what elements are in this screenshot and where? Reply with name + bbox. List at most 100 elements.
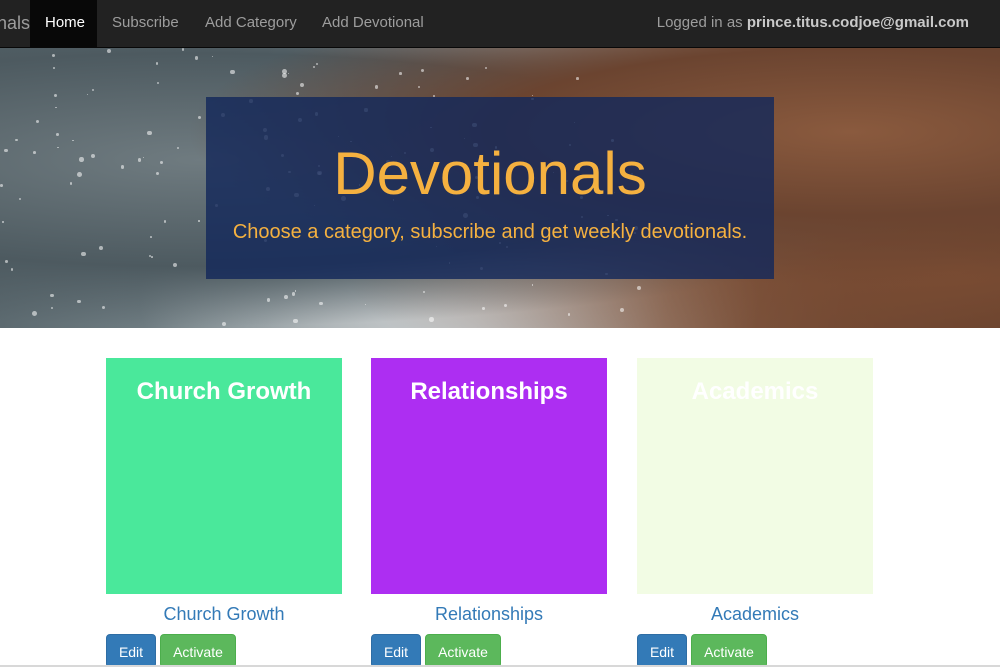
spray-droplet [300, 83, 305, 88]
nav-home[interactable]: Home [30, 0, 97, 48]
activate-button[interactable]: Activate [160, 634, 236, 667]
login-user-email: prince.titus.codjoe@gmail.com [746, 14, 969, 31]
spray-droplet [15, 138, 18, 142]
spray-droplet [121, 165, 125, 169]
category-link[interactable]: Academics [637, 604, 873, 624]
spray-droplet [173, 262, 178, 268]
spray-droplet [18, 198, 21, 201]
spray-droplet [294, 290, 297, 292]
spray-droplet [106, 48, 112, 54]
spray-droplet [417, 86, 420, 88]
category-thumbnail[interactable]: Relationships [371, 358, 607, 594]
spray-droplet [36, 119, 40, 123]
spray-droplet [50, 307, 53, 310]
spray-droplet [90, 153, 96, 159]
spray-droplet [142, 157, 144, 159]
spray-droplet [194, 56, 198, 60]
spray-droplet [69, 181, 73, 185]
spray-droplet [230, 69, 235, 75]
spray-droplet [292, 292, 296, 296]
spray-droplet [33, 151, 36, 155]
spray-droplet [399, 72, 402, 75]
category-thumbnail-title: Academics [691, 378, 819, 405]
spray-droplet [157, 82, 160, 85]
spray-droplet [484, 66, 488, 70]
spray-droplet [211, 55, 213, 57]
nav-subscribe[interactable]: Subscribe [97, 0, 194, 48]
category-card-relationships: Relationships Relationships Edit Activat… [371, 358, 607, 667]
spray-droplet [32, 310, 37, 316]
spray-droplet [72, 139, 74, 142]
spray-droplet [155, 62, 159, 65]
edit-button[interactable]: Edit [637, 634, 687, 667]
spray-droplet [316, 62, 319, 65]
spray-droplet [50, 294, 54, 298]
spray-droplet [160, 160, 164, 164]
spray-droplet [98, 245, 103, 250]
spray-droplet [163, 220, 167, 223]
spray-droplet [156, 172, 160, 176]
edit-button[interactable]: Edit [371, 634, 421, 667]
spray-droplet [181, 48, 185, 51]
activate-button[interactable]: Activate [691, 634, 767, 667]
spray-droplet [55, 106, 57, 109]
category-thumbnail[interactable]: Academics [637, 358, 873, 594]
spray-droplet [92, 89, 95, 92]
spray-droplet [197, 115, 201, 120]
hero-subtitle: Choose a category, subscribe and get wee… [232, 221, 748, 243]
nav-add-category[interactable]: Add Category [190, 0, 312, 48]
spray-droplet [151, 256, 153, 258]
category-thumbnail-title: Church Growth [136, 378, 312, 405]
spray-droplet [284, 295, 289, 299]
spray-droplet [0, 184, 3, 188]
spray-droplet [288, 73, 290, 75]
spray-droplet [101, 305, 106, 310]
spray-droplet [319, 301, 323, 306]
category-link[interactable]: Relationships [371, 604, 607, 624]
spray-droplet [54, 93, 58, 97]
category-thumbnail[interactable]: Church Growth [106, 358, 342, 594]
spray-droplet [422, 291, 425, 294]
activate-button[interactable]: Activate [425, 634, 501, 667]
spray-droplet [293, 318, 298, 324]
spray-droplet [281, 69, 287, 75]
spray-droplet [176, 146, 179, 150]
logged-in-status: Logged in as prince.titus.codjoe@gmail.c… [657, 0, 969, 48]
spray-droplet [2, 221, 4, 223]
edit-button[interactable]: Edit [106, 634, 156, 667]
spray-droplet [619, 307, 625, 312]
spray-droplet [576, 77, 579, 80]
nav-add-devotional[interactable]: Add Devotional [307, 0, 439, 48]
spray-droplet [81, 251, 86, 257]
spray-droplet [420, 69, 424, 73]
spray-droplet [312, 65, 315, 69]
spray-droplet [10, 268, 14, 271]
spray-droplet [374, 84, 379, 89]
category-link[interactable]: Church Growth [106, 604, 342, 624]
category-actions: Edit Activate [371, 634, 607, 667]
spray-droplet [5, 259, 9, 263]
spray-droplet [266, 298, 271, 302]
spray-droplet [56, 133, 60, 137]
top-navbar: Devotionals Home Subscribe Add Category … [0, 0, 1000, 48]
spray-droplet [87, 94, 89, 96]
login-prefix: Logged in as [656, 14, 747, 31]
navbar-brand[interactable]: Devotionals [0, 0, 30, 48]
spray-droplet [76, 299, 81, 304]
spray-droplet [137, 158, 142, 162]
spray-droplet [567, 313, 571, 316]
spray-droplet [636, 285, 641, 290]
spray-droplet [503, 304, 508, 308]
spray-droplet [4, 148, 8, 153]
spray-droplet [77, 172, 83, 178]
hero-title: Devotionals [333, 140, 647, 207]
hero-text-box: Devotionals Choose a category, subscribe… [206, 97, 774, 279]
spray-droplet [198, 220, 200, 222]
spray-droplet [79, 157, 84, 162]
spray-droplet [150, 236, 153, 238]
category-actions: Edit Activate [637, 634, 873, 667]
spray-droplet [531, 284, 534, 286]
category-card-academics: Academics Academics Edit Activate [637, 358, 873, 667]
spray-droplet [52, 53, 56, 58]
spray-droplet [465, 76, 469, 80]
